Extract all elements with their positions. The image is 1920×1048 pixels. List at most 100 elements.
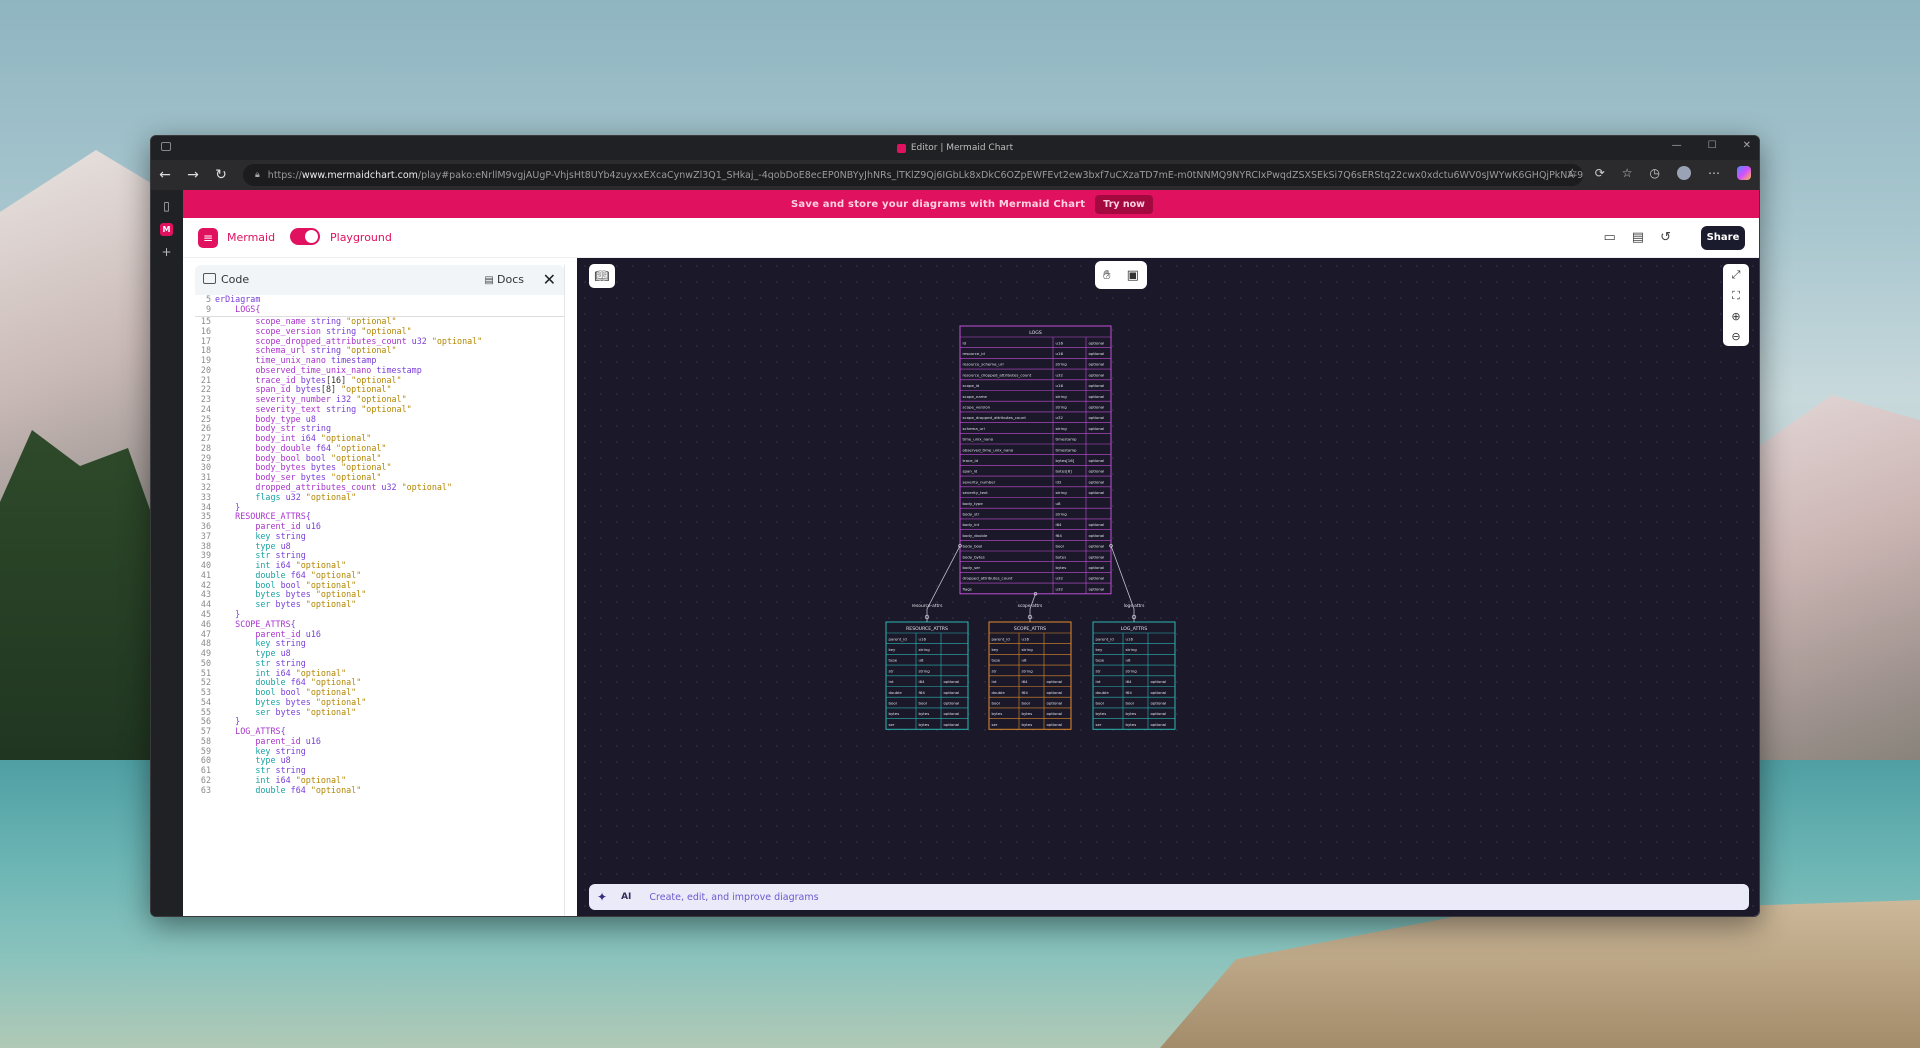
- entity-cell: u32: [1056, 372, 1064, 377]
- entity-cell: body_double: [963, 533, 988, 538]
- entity-cell: scope_id: [963, 383, 980, 388]
- entity-cell: body_int: [963, 522, 980, 527]
- entity-title: LOGS: [1029, 330, 1042, 336]
- entity-cell: bool: [1022, 700, 1030, 705]
- entity-cell: optional: [1089, 554, 1105, 559]
- extensions-icon[interactable]: ⟳: [1595, 166, 1605, 180]
- entity-cell: optional: [1089, 576, 1105, 581]
- entity-cell: optional: [1089, 351, 1105, 356]
- entity-cell: bytes: [919, 711, 930, 716]
- entity-cell: scope_name: [963, 394, 988, 399]
- entity-cell: string: [1056, 426, 1068, 431]
- document-icon[interactable]: ▤: [1632, 230, 1644, 245]
- tab-actions-icon[interactable]: [161, 142, 171, 151]
- entity-cell: double: [992, 690, 1006, 695]
- entity-cell: int: [889, 679, 895, 684]
- entity-cell: optional: [1151, 722, 1167, 727]
- entity-cell: u16: [1056, 351, 1064, 356]
- code-line: 44 ser bytes "optional": [195, 599, 564, 610]
- ai-prompt-bar[interactable]: ✦ AI Create, edit, and improve diagrams: [589, 884, 1749, 910]
- close-window-icon[interactable]: ✕: [1743, 140, 1751, 151]
- relationship-label: resource-attrs: [912, 603, 944, 609]
- share-button[interactable]: Share: [1701, 226, 1745, 250]
- new-tab-icon[interactable]: +: [160, 246, 173, 259]
- comment-icon[interactable]: ▭: [1604, 230, 1616, 245]
- entity-cell: optional: [944, 722, 960, 727]
- entity-cell: u32: [1056, 415, 1064, 420]
- browser-vertical-tabs: ▯ M +: [151, 190, 183, 916]
- history-icon[interactable]: ↺: [1660, 230, 1671, 245]
- playground-toggle[interactable]: [290, 228, 320, 245]
- history-icon[interactable]: ◷: [1650, 166, 1660, 180]
- entity-cell: optional: [944, 690, 960, 695]
- entity-cell: string: [919, 647, 931, 652]
- favorite-star-icon[interactable]: ☆: [1567, 166, 1578, 180]
- entity-cell: i64: [919, 679, 926, 684]
- entity-cell: str: [1096, 668, 1102, 673]
- entity-cell: string: [1056, 490, 1068, 495]
- line-number: 9: [205, 303, 211, 314]
- address-bar[interactable]: 🔒︎ https://www.mermaidchart.com/play#pak…: [243, 164, 1583, 186]
- desktop-trees: [0, 430, 160, 790]
- menu-icon[interactable]: ≡: [198, 228, 218, 248]
- back-icon[interactable]: ←: [151, 167, 179, 183]
- brand-name[interactable]: Mermaid: [227, 231, 275, 244]
- favorites-icon[interactable]: ☆: [1622, 166, 1633, 180]
- entity-cell: optional: [1089, 362, 1105, 367]
- sticky-scope-header: 5 erDiagram 9 LOGS{: [195, 294, 564, 317]
- minimize-icon[interactable]: —: [1672, 140, 1682, 151]
- entity-cell: optional: [1047, 700, 1063, 705]
- entity-cell: parent_id: [889, 636, 908, 641]
- line-text: LOGS{: [215, 303, 261, 314]
- entity-cell: bytes: [992, 711, 1003, 716]
- diagram-canvas[interactable]: 📖︎ ✋︎ ▣ ⤢ ⛶ ⊕ ⊖ LOGS id u16 optional resourc…: [577, 258, 1759, 916]
- entity-cell: bool: [1126, 700, 1134, 705]
- entity-cell: dropped_attributes_count: [963, 576, 1014, 581]
- banner-text: Save and store your diagrams with Mermai…: [791, 198, 1086, 210]
- profile-avatar[interactable]: [1677, 166, 1691, 180]
- copilot-icon[interactable]: [1737, 166, 1751, 180]
- docs-button[interactable]: Docs: [484, 273, 524, 286]
- entity-cell: optional: [1089, 458, 1105, 463]
- close-panel-icon[interactable]: ✕: [543, 270, 556, 289]
- entity-cell: bytes: [889, 711, 900, 716]
- entity-cell: string: [1126, 647, 1138, 652]
- entity-cell: u32: [1056, 576, 1064, 581]
- entity-cell: bytes: [1096, 711, 1107, 716]
- refresh-icon[interactable]: ↻: [207, 167, 235, 183]
- entity-cell: parent_id: [1096, 636, 1115, 641]
- entity-cell: str: [992, 668, 998, 673]
- entity-cell: string: [1056, 511, 1068, 516]
- forward-icon[interactable]: →: [179, 167, 207, 183]
- more-icon[interactable]: ⋯: [1708, 166, 1720, 180]
- entity-cell: id: [963, 340, 967, 345]
- entity-cell: int: [1096, 679, 1102, 684]
- promo-banner: Save and store your diagrams with Mermai…: [183, 190, 1759, 218]
- entity-cell: optional: [1089, 383, 1105, 388]
- try-now-button[interactable]: Try now: [1095, 194, 1153, 214]
- entity-cell: severity_text: [963, 490, 989, 495]
- code-editor[interactable]: 15 scope_name string "optional" 16 scope_…: [195, 317, 564, 916]
- entity-cell: bytes: [1022, 722, 1033, 727]
- entity-cell: bytes: [1056, 565, 1067, 570]
- browser-toolbar: ← → ↻ 🔒︎ https://www.mermaidchart.com/pl…: [151, 160, 1759, 190]
- entity-cell: bool: [1096, 700, 1104, 705]
- entity-cell: parent_id: [992, 636, 1011, 641]
- entity-cell: optional: [1089, 372, 1105, 377]
- entity-cell: bool: [1056, 544, 1064, 549]
- sidebar-toggle-icon[interactable]: ▯: [160, 200, 173, 213]
- browser-actions: ☆ ⟳ ☆ ◷ ⋯: [1567, 166, 1751, 180]
- lock-icon[interactable]: 🔒︎: [255, 170, 260, 180]
- entity-cell: span_id: [963, 469, 978, 474]
- entity-cell: u8: [1056, 501, 1061, 506]
- title-bar: Editor | Mermaid Chart — ☐ ✕: [151, 136, 1759, 160]
- tab-mermaid-icon[interactable]: M: [160, 223, 173, 236]
- entity-cell: bytes: [919, 722, 930, 727]
- entity-cell: u8: [1126, 658, 1131, 663]
- entity-cell: ser: [992, 722, 998, 727]
- ai-prompt-input[interactable]: Create, edit, and improve diagrams: [649, 892, 818, 903]
- entity-cell: key: [1096, 647, 1104, 652]
- entity-cell: ser: [889, 722, 895, 727]
- entity-cell: string: [1056, 394, 1068, 399]
- maximize-icon[interactable]: ☐: [1708, 140, 1717, 151]
